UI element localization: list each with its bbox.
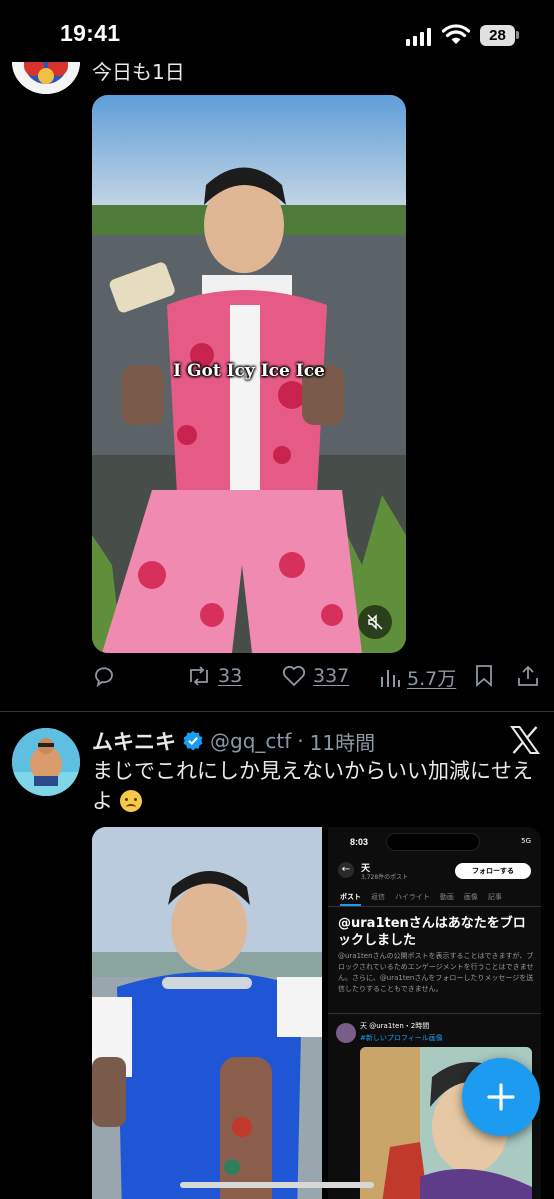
retweet-icon: [190, 666, 208, 686]
share-button[interactable]: [516, 664, 540, 688]
timestamp[interactable]: 11時間: [310, 727, 375, 756]
embedded-tab: ハイライト: [395, 893, 430, 901]
compose-post-button[interactable]: [462, 1058, 540, 1136]
tweet-header: ムキニキ @gq_ctf · 11時間: [92, 726, 375, 756]
dynamic-island: [386, 833, 480, 851]
embedded-network-status: 5G: [521, 837, 531, 845]
embedded-block-body: @ura1tenさんの公開ポストを表示することはできますが、ブロックされているた…: [338, 952, 534, 993]
embedded-post-hashtag: #新しいプロフィール画像: [360, 1034, 443, 1042]
embedded-profile-tabs: ポスト 返信 ハイライト 動画 画像 記事: [328, 887, 541, 907]
user-handle[interactable]: @gq_ctf: [210, 729, 291, 753]
embedded-divider: [328, 1013, 541, 1014]
embedded-post-avatar: [336, 1023, 356, 1043]
tweet[interactable]: ムキニキ @gq_ctf · 11時間 まじでこれにしか見えないからいい加減にせ…: [0, 712, 554, 1199]
views-button[interactable]: 5.7万: [379, 664, 456, 691]
embedded-status-time: 8:03: [350, 837, 369, 847]
x-logo-icon[interactable]: [510, 726, 540, 754]
heart-icon: [282, 665, 306, 687]
tweet-actions: 33 337 5.7万: [92, 664, 542, 696]
share-icon: [518, 665, 538, 686]
views-chart-icon: [381, 669, 400, 687]
reply-button[interactable]: [92, 664, 116, 688]
embedded-block-title: @ura1tenさんはあなたをブロックしました: [338, 916, 526, 948]
photo-image: [92, 827, 322, 1199]
views-count: 5.7万: [407, 668, 457, 690]
retweet-button[interactable]: 33: [186, 664, 242, 688]
video-caption: I Got Icy Ice Ice: [173, 361, 325, 381]
embedded-tab: 画像: [463, 893, 478, 901]
embedded-tab: ポスト: [340, 887, 361, 906]
tweet-video[interactable]: I Got Icy Ice Ice: [92, 95, 406, 653]
previous-tweet[interactable]: 今日も1日 I Got Icy Ice Ice 33 337 5.7万: [0, 0, 554, 712]
meta-separator: ·: [297, 729, 304, 753]
crying-face-icon: [119, 790, 142, 812]
battery-icon: 28: [480, 25, 515, 46]
tweet-media-photo-2[interactable]: 8:03 5G ← 天 3,728件のポスト フォローする ポスト 返信 ハイラ…: [328, 827, 541, 1199]
avatar[interactable]: [12, 728, 80, 796]
status-bar: 19:41 28: [0, 0, 554, 62]
embedded-follow-button: フォローする: [455, 863, 531, 879]
verified-badge-icon: [183, 731, 203, 751]
embedded-tab: 動画: [439, 893, 454, 901]
status-time: 19:41: [60, 20, 121, 46]
embedded-tab: 返信: [371, 893, 385, 901]
bookmark-icon: [476, 665, 492, 687]
embedded-post-header: 天 @ura1ten・2時間: [360, 1022, 430, 1030]
cellular-signal-icon: [406, 28, 431, 46]
tweet-text-content: まじでこれにしか見えないからいい加減にせえよ: [92, 759, 533, 813]
wifi-icon: [441, 24, 471, 44]
bookmark-button[interactable]: [474, 664, 494, 688]
speaker-muted-icon: [367, 614, 383, 630]
display-name[interactable]: ムキニキ: [92, 726, 176, 756]
plus-icon: [487, 1083, 515, 1111]
battery-tip: [516, 31, 519, 39]
like-button[interactable]: 337: [281, 664, 349, 688]
back-arrow-icon: ←: [338, 862, 354, 878]
mute-button[interactable]: [358, 605, 392, 639]
retweet-count: 33: [218, 665, 243, 687]
like-count: 337: [313, 665, 350, 687]
reply-icon: [95, 667, 113, 688]
home-indicator[interactable]: [180, 1182, 374, 1188]
embedded-tab: 記事: [487, 893, 502, 901]
tweet-media-photo-1[interactable]: [92, 827, 322, 1199]
tweet-text: まじでこれにしか見えないからいい加減にせえよ: [92, 756, 544, 816]
embedded-post-count: 3,728件のポスト: [361, 874, 409, 881]
